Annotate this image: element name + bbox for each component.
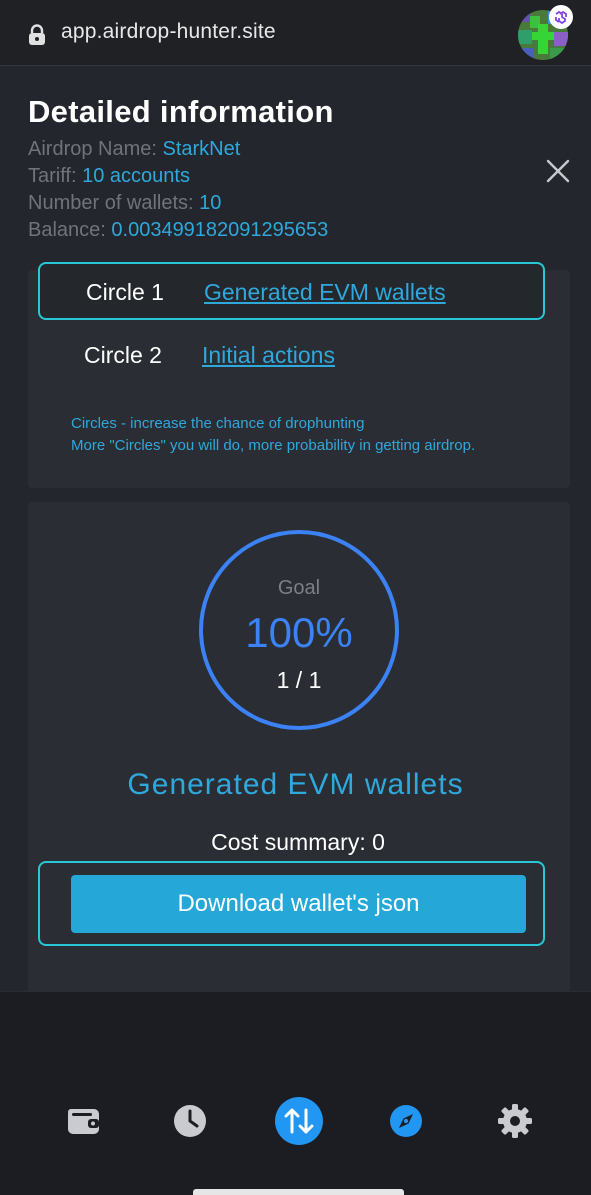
url-text[interactable]: app.airdrop-hunter.site (61, 20, 276, 44)
swap-icon[interactable] (274, 1096, 324, 1146)
info-wallet-count: Number of wallets: 10 (28, 192, 221, 215)
info-tariff: Tariff: 10 accounts (28, 165, 190, 188)
circle-name: Circle 2 (84, 342, 162, 368)
browser-url-bar[interactable]: app.airdrop-hunter.site (0, 0, 591, 66)
polygon-badge-icon (549, 5, 573, 29)
circle-link[interactable]: Initial actions (202, 342, 335, 369)
info-label: Balance: (28, 219, 112, 241)
gear-icon[interactable] (495, 1101, 535, 1141)
current-circle-title: Generated EVM wallets (127, 768, 464, 801)
circle-row-1[interactable]: Circle 1 Generated EVM wallets (38, 262, 545, 320)
info-value: 0.003499182091295653 (111, 219, 329, 241)
wallet-icon[interactable] (64, 1101, 104, 1141)
goal-percent: 100% (245, 609, 353, 656)
info-airdrop-name: Airdrop Name: StarkNet (28, 138, 240, 161)
circle-name: Circle 1 (86, 279, 164, 305)
goal-label: Goal (277, 577, 321, 599)
info-label: Airdrop Name: (28, 138, 163, 160)
compass-icon[interactable] (386, 1101, 426, 1141)
info-value: StarkNet (162, 138, 241, 160)
modal-title: Detailed information (28, 94, 334, 129)
close-icon[interactable] (545, 158, 571, 184)
info-value: 10 (199, 192, 222, 214)
info-value: 10 accounts (82, 165, 190, 187)
circles-hint-line1: Circles - increase the chance of drophun… (71, 415, 365, 432)
info-balance: Balance: 0.003499182091295653 (28, 219, 328, 242)
home-indicator (193, 1189, 404, 1195)
cost-summary: Cost summary: 0 (211, 829, 385, 855)
download-wallet-json-button[interactable]: Download wallet's json (71, 875, 526, 933)
goal-count: 1 / 1 (276, 667, 322, 693)
lock-icon (29, 24, 45, 45)
info-label: Number of wallets: (28, 192, 200, 214)
info-label: Tariff: (28, 165, 83, 187)
circle-row-2[interactable]: Circle 2 Initial actions (38, 324, 545, 382)
circle-link[interactable]: Generated EVM wallets (204, 279, 446, 306)
clock-icon[interactable] (170, 1101, 210, 1141)
circles-hint-line2: More "Circles" you will do, more probabi… (71, 437, 476, 454)
bottom-nav (0, 991, 591, 1195)
